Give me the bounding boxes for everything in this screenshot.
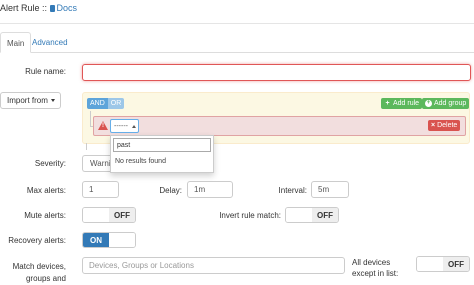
rule-row-error	[93, 116, 466, 136]
mute-alerts-toggle-handle	[83, 208, 109, 222]
match-devices-label: Match devices, groups and	[0, 261, 66, 285]
all-devices-except-label-line1: All devices	[352, 258, 391, 267]
mute-alerts-state: OFF	[109, 208, 135, 222]
warning-icon-mark: !	[102, 123, 104, 129]
all-devices-except-toggle[interactable]: OFF	[416, 256, 470, 272]
severity-label: Severity:	[34, 159, 66, 168]
all-devices-except-label: All devices except in list:	[352, 257, 402, 279]
rule-filter-value: ------	[114, 122, 128, 130]
rule-filter-select[interactable]: ------	[110, 119, 139, 133]
add-rule-button[interactable]: + Add rule	[381, 98, 423, 109]
plus-icon: +	[385, 100, 390, 107]
close-icon: ×	[431, 122, 436, 129]
tab-advanced[interactable]: Advanced	[26, 32, 74, 53]
docs-link[interactable]: Docs	[49, 3, 78, 13]
all-devices-except-state: OFF	[443, 257, 469, 271]
add-rule-label: Add rule	[393, 100, 420, 107]
match-devices-label-line1: Match devices,	[12, 262, 66, 271]
delay-label: Delay:	[159, 186, 182, 195]
and-or-toggle: AND OR	[87, 98, 125, 109]
plus-circle-icon: +	[425, 100, 432, 107]
and-button[interactable]: AND	[87, 98, 108, 109]
match-devices-label-line2: groups and	[25, 274, 66, 283]
invert-rule-match-state: OFF	[312, 208, 338, 222]
add-group-button[interactable]: + Add group	[422, 98, 470, 109]
match-devices-placeholder: Devices, Groups or Locations	[89, 261, 194, 270]
invert-rule-match-label: Invert rule match:	[219, 211, 281, 220]
modal-title: Alert Rule :: Docs	[0, 3, 77, 13]
all-devices-except-toggle-handle	[417, 257, 443, 271]
recovery-alerts-toggle[interactable]: ON	[82, 232, 136, 248]
import-from-label: Import from	[7, 96, 48, 105]
invert-rule-match-toggle[interactable]: OFF	[285, 207, 339, 223]
match-devices-input[interactable]: Devices, Groups or Locations	[82, 257, 345, 274]
recovery-alerts-state: ON	[83, 233, 109, 247]
rule-name-label: Rule name:	[25, 67, 66, 76]
no-results-message: No results found	[115, 158, 166, 165]
mute-alerts-toggle[interactable]: OFF	[82, 207, 136, 223]
interval-input[interactable]: 5m	[311, 181, 349, 198]
max-alerts-input[interactable]: 1	[82, 181, 119, 198]
all-devices-except-label-line2: except in list:	[352, 269, 399, 278]
caret-down-icon	[50, 99, 55, 102]
add-group-label: Add group	[434, 100, 467, 107]
header-divider	[0, 23, 474, 24]
or-button[interactable]: OR	[107, 98, 125, 109]
modal-title-text: Alert Rule ::	[0, 3, 48, 13]
caret-up-icon	[132, 124, 136, 128]
filter-search-input[interactable]: past	[113, 138, 211, 152]
book-icon	[49, 5, 55, 12]
rule-name-input[interactable]	[82, 64, 471, 81]
invert-rule-match-toggle-handle	[286, 208, 312, 222]
interval-label: Interval:	[278, 186, 307, 195]
max-alerts-label: Max alerts:	[26, 186, 66, 195]
delete-rule-button[interactable]: × Delete	[428, 120, 461, 131]
import-from-button[interactable]: Import from	[0, 92, 61, 109]
delay-input[interactable]: 1m	[187, 181, 233, 198]
mute-alerts-label: Mute alerts:	[24, 211, 66, 220]
recovery-alerts-toggle-handle	[109, 233, 135, 247]
delete-rule-label: Delete	[437, 122, 458, 129]
recovery-alerts-label: Recovery alerts:	[8, 236, 66, 245]
docs-link-label: Docs	[56, 3, 78, 13]
query-builder-connector	[86, 143, 87, 150]
